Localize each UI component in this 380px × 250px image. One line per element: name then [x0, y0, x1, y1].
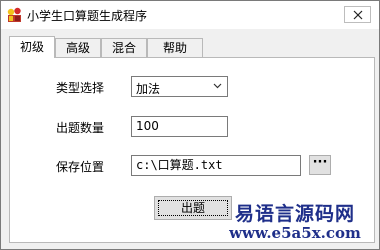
tab-strip: 初级 高级 混合 帮助 [9, 36, 375, 58]
path-input[interactable]: c:\口算题.txt [131, 155, 301, 176]
title-bar[interactable]: 小学生口算题生成程序 [1, 1, 379, 29]
watermark-title: 易语言源码网 [234, 203, 355, 225]
app-icon [7, 7, 21, 22]
watermark-url: www.e5a5x.com [229, 224, 361, 242]
app-window: 小学生口算题生成程序 初级 高级 混合 帮助 类型选择 加法 出题数量 100 … [0, 0, 380, 250]
chevron-down-icon [213, 83, 222, 89]
path-label: 保存位置 [56, 160, 105, 174]
tab-basic[interactable]: 初级 [9, 36, 55, 58]
browse-button[interactable]: ··· [309, 155, 331, 175]
tab-help[interactable]: 帮助 [147, 38, 203, 57]
tab-advanced[interactable]: 高级 [55, 38, 101, 57]
close-button[interactable] [344, 6, 371, 23]
close-icon [353, 10, 362, 19]
count-input[interactable]: 100 [131, 116, 228, 137]
window-title: 小学生口算题生成程序 [27, 9, 148, 23]
type-select-value: 加法 [136, 82, 161, 96]
type-select[interactable]: 加法 [131, 76, 228, 97]
count-label: 出题数量 [56, 121, 105, 135]
tab-mixed[interactable]: 混合 [101, 38, 147, 57]
type-label: 类型选择 [56, 81, 105, 95]
watermark: 易语言源码网 www.e5a5x.com [215, 203, 375, 242]
